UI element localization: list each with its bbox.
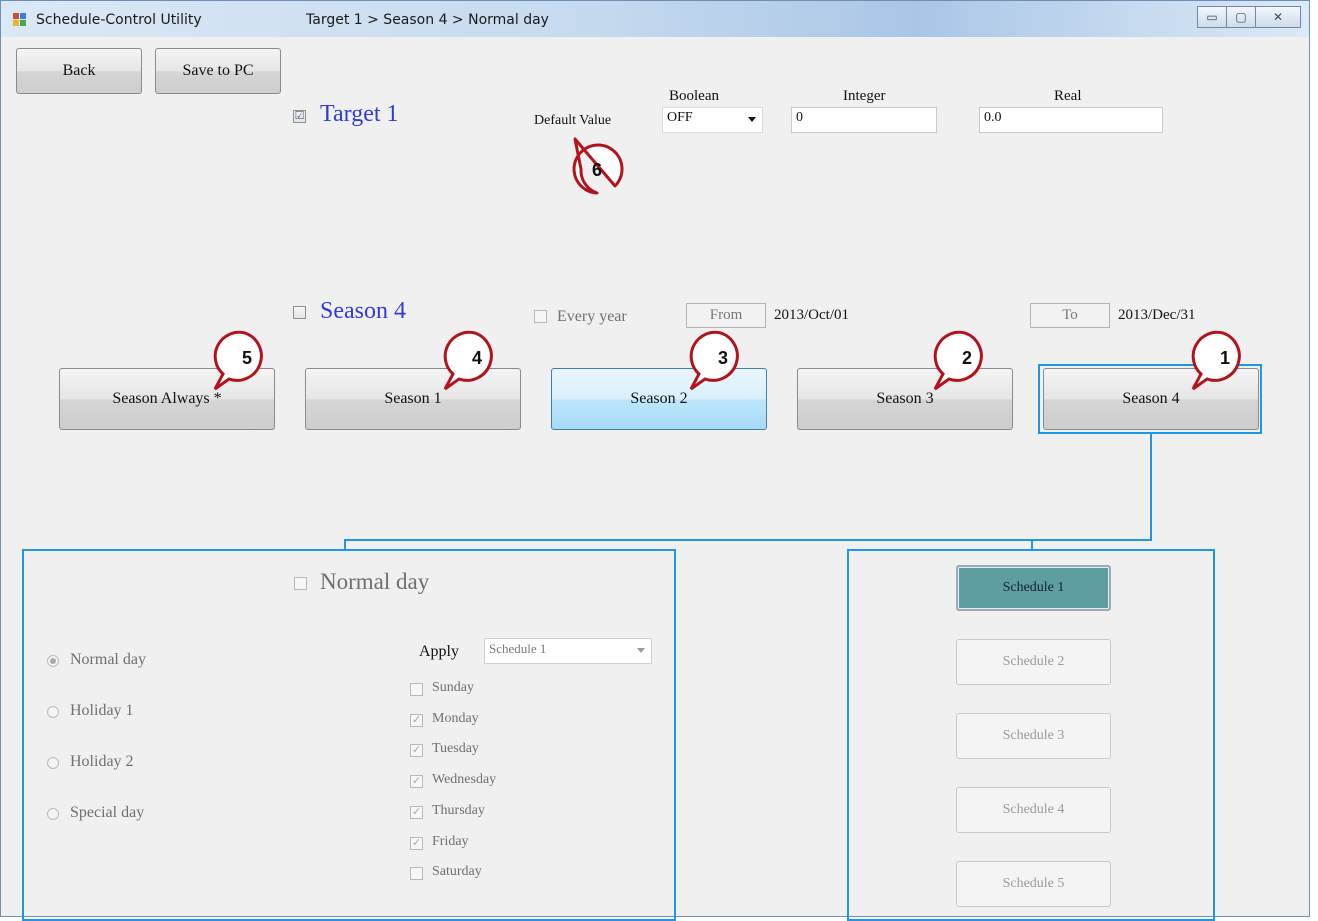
client-area: Back Save to PC ☑ Target 1 Default Value…: [5, 37, 1305, 921]
integer-label: Integer: [843, 88, 886, 104]
callout-1-number: 1: [1220, 348, 1230, 368]
day-checkbox-saturday[interactable]: [410, 867, 423, 880]
title-bar[interactable]: Schedule-Control Utility Target 1 > Seas…: [1, 1, 1309, 37]
callout-3: 3: [689, 330, 739, 391]
schedule-panel: Schedule 1 Schedule 2 Schedule 3 Schedul…: [847, 549, 1215, 921]
schedule-3-button[interactable]: Schedule 3: [956, 713, 1111, 759]
real-input[interactable]: 0.0: [979, 107, 1163, 133]
chevron-down-icon: [637, 648, 645, 653]
from-date: 2013/Oct/01: [774, 307, 849, 323]
callout-6: 6: [572, 137, 624, 195]
maximize-button[interactable]: ▢: [1226, 6, 1256, 28]
connector-line: [1150, 433, 1152, 541]
boolean-label: Boolean: [669, 88, 719, 104]
radio-special-day[interactable]: [47, 808, 59, 820]
day-label-monday: Monday: [432, 711, 479, 726]
radio-label-normal-day: Normal day: [70, 651, 146, 668]
target-label: Target 1: [320, 101, 399, 127]
boolean-select-value: OFF: [667, 110, 693, 125]
apply-label: Apply: [419, 643, 459, 660]
callout-1: 1: [1191, 330, 1241, 391]
day-label-wednesday: Wednesday: [432, 772, 497, 787]
normal-day-checkbox[interactable]: [294, 577, 307, 590]
back-button[interactable]: Back: [16, 48, 142, 94]
window-title: Schedule-Control Utility: [36, 12, 202, 28]
schedule-5-button[interactable]: Schedule 5: [956, 861, 1111, 907]
day-checkbox-wednesday[interactable]: ✓: [410, 775, 423, 788]
day-checkbox-monday[interactable]: ✓: [410, 714, 423, 727]
chevron-down-icon: [748, 117, 756, 122]
integer-input[interactable]: 0: [791, 107, 937, 133]
radio-normal-day[interactable]: [47, 655, 59, 667]
season-label: Season 4: [320, 298, 406, 324]
callout-2-number: 2: [962, 348, 972, 368]
schedule-1-button[interactable]: Schedule 1: [956, 565, 1111, 611]
day-panel-title: Normal day: [320, 569, 430, 594]
close-button[interactable]: ✕: [1255, 6, 1301, 28]
radio-label-special-day: Special day: [70, 804, 145, 821]
callout-4: 4: [443, 330, 493, 391]
schedule-4-button[interactable]: Schedule 4: [956, 787, 1111, 833]
callout-3-number: 3: [718, 348, 728, 368]
every-year-label: Every year: [557, 308, 627, 325]
breadcrumb: Target 1 > Season 4 > Normal day: [306, 12, 549, 28]
every-year-checkbox[interactable]: [534, 310, 547, 323]
app-window: Schedule-Control Utility Target 1 > Seas…: [0, 0, 1310, 921]
day-label-friday: Friday: [432, 834, 469, 849]
day-checkbox-friday[interactable]: ✓: [410, 837, 423, 850]
to-button[interactable]: To: [1030, 303, 1110, 328]
radio-label-holiday-1: Holiday 1: [70, 702, 134, 719]
day-label-tuesday: Tuesday: [432, 741, 479, 756]
schedule-2-button[interactable]: Schedule 2: [956, 639, 1111, 685]
window-controls: ▭ ▢ ✕: [1197, 6, 1301, 28]
season-checkbox[interactable]: [293, 306, 306, 319]
radio-label-holiday-2: Holiday 2: [70, 753, 134, 770]
day-label-thursday: Thursday: [432, 803, 485, 818]
day-checkbox-sunday[interactable]: [410, 683, 423, 696]
boolean-select[interactable]: OFF: [662, 107, 763, 133]
minimize-button[interactable]: ▭: [1197, 6, 1227, 28]
day-checkbox-thursday[interactable]: ✓: [410, 806, 423, 819]
callout-5-number: 5: [242, 348, 252, 368]
app-icon: [13, 13, 27, 27]
target-checkbox[interactable]: ☑: [293, 110, 306, 123]
radio-holiday-1[interactable]: [47, 706, 59, 718]
callout-5: 5: [213, 330, 263, 391]
apply-schedule-select[interactable]: Schedule 1: [484, 638, 652, 664]
apply-schedule-value: Schedule 1: [489, 641, 547, 656]
callout-6-number: 6: [592, 160, 602, 180]
day-settings-panel: Normal day Normal day Holiday 1 Holiday …: [22, 549, 676, 921]
callout-4-number: 4: [472, 348, 482, 368]
day-label-sunday: Sunday: [432, 680, 474, 695]
radio-holiday-2[interactable]: [47, 757, 59, 769]
day-label-saturday: Saturday: [432, 864, 482, 879]
callout-2: 2: [933, 330, 983, 391]
day-checkbox-tuesday[interactable]: ✓: [410, 744, 423, 757]
save-to-pc-button[interactable]: Save to PC: [155, 48, 281, 94]
real-label: Real: [1054, 88, 1082, 104]
